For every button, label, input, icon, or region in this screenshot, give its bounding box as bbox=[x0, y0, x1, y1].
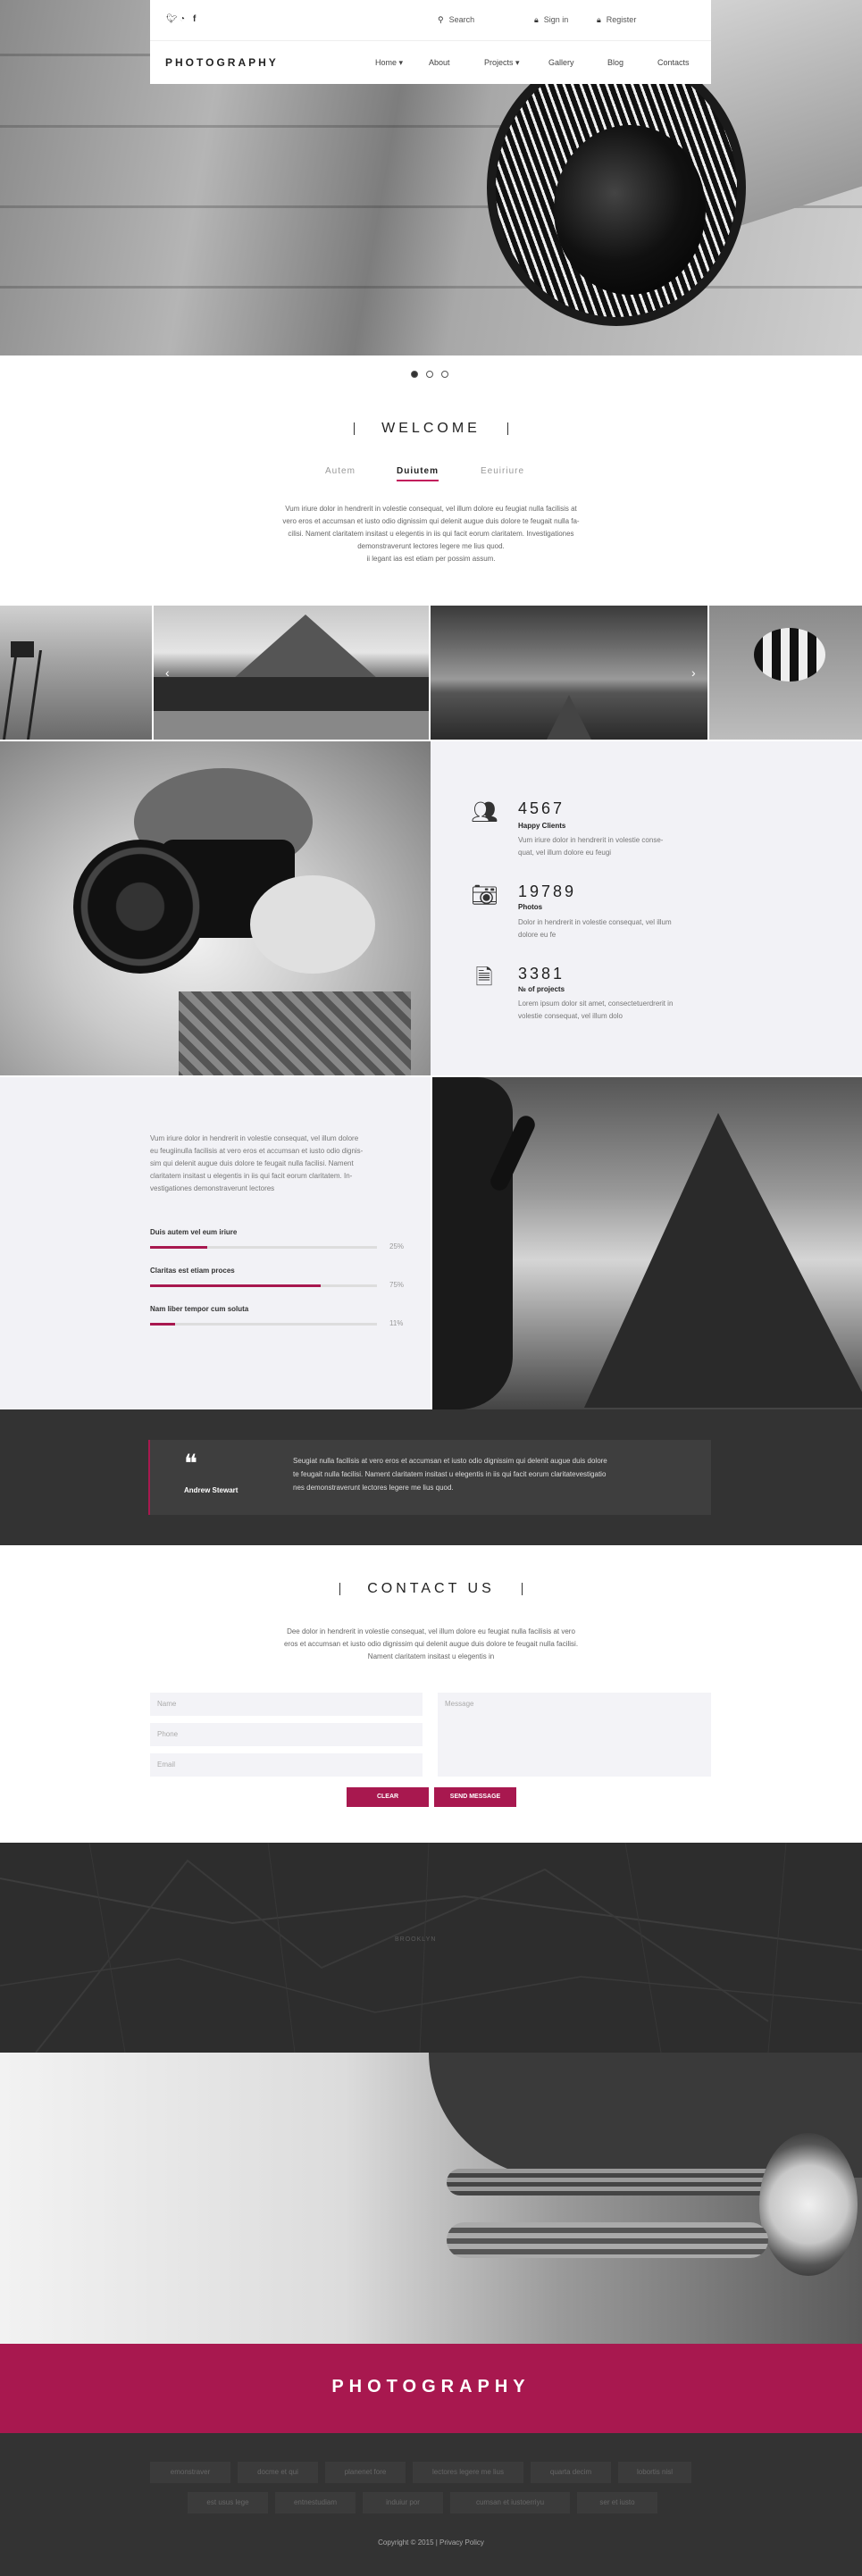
camera-icon: 📷︎ bbox=[471, 883, 498, 907]
photographer-image bbox=[0, 741, 431, 1075]
footer: emonstraver docme et qui planenet fore l… bbox=[0, 2433, 862, 2576]
message-field[interactable]: Message bbox=[438, 1693, 711, 1777]
skill-label: Duis autem vel eum iriure bbox=[150, 1228, 238, 1236]
skills-panel bbox=[0, 1077, 431, 1409]
contact-text: Dee dolor in hendrerit in volestie conse… bbox=[283, 1627, 579, 1660]
skill-progress-bar bbox=[150, 1284, 377, 1287]
stat-number: 4567 bbox=[518, 799, 565, 817]
stat-label: Photos bbox=[518, 903, 543, 911]
stat-label: Happy Clients bbox=[518, 822, 566, 830]
tab-eeuiriure[interactable]: Eeuiriure bbox=[481, 466, 524, 476]
site-logo[interactable]: PHOTOGRAPHY bbox=[165, 56, 279, 69]
search-icon: ⚲ bbox=[438, 15, 444, 24]
twitter-icon[interactable]: 🐦︎ bbox=[166, 15, 178, 24]
testimonial-author: Andrew Stewart bbox=[184, 1486, 239, 1494]
gallery-image-1[interactable] bbox=[0, 606, 152, 740]
skill-label: Nam liber tempor cum soluta bbox=[150, 1305, 249, 1313]
stat-label: № of projects bbox=[518, 985, 565, 993]
skill-progress-fill bbox=[150, 1246, 207, 1249]
tab-autem[interactable]: Autem bbox=[325, 466, 356, 476]
footer-tag[interactable]: entnestudiam bbox=[275, 2492, 356, 2513]
users-icon: 👥︎ bbox=[471, 800, 498, 824]
footer-tag[interactable]: quarta decim bbox=[531, 2462, 611, 2483]
map-label: BROOKLYN bbox=[395, 1936, 437, 1943]
stat-text: Lorem ipsum dolor sit amet, consectetuer… bbox=[518, 999, 674, 1020]
search-link[interactable]: ⚲ Search bbox=[438, 15, 474, 25]
slider-dot-3[interactable] bbox=[441, 371, 448, 378]
testimonial-section: ❝ Andrew Stewart Seugiat nulla facilisis… bbox=[0, 1409, 862, 1545]
rss-icon[interactable]: ◔ bbox=[180, 15, 188, 24]
copyright: Copyright © 2015 | Privacy Policy bbox=[378, 2538, 484, 2547]
skill-percent: 75% bbox=[389, 1281, 405, 1289]
register-label: Register bbox=[606, 15, 637, 24]
facebook-icon[interactable]: f bbox=[193, 15, 202, 24]
nav-projects[interactable]: Projects ▾ bbox=[484, 58, 520, 68]
footer-tag[interactable]: ser et iusto bbox=[577, 2492, 657, 2513]
nav-contacts[interactable]: Contacts bbox=[657, 58, 690, 67]
welcome-text: Vum iriure dolor in hendrerit in volesti… bbox=[282, 505, 580, 563]
gallery-next-arrow[interactable]: › bbox=[691, 665, 696, 680]
send-message-button[interactable]: SEND MESSAGE bbox=[434, 1787, 516, 1807]
email-field[interactable]: Email bbox=[150, 1753, 423, 1777]
nav-blog[interactable]: Blog bbox=[607, 58, 623, 67]
tab-duiutem[interactable]: Duiutem bbox=[397, 466, 439, 481]
skill-percent: 11% bbox=[389, 1319, 404, 1327]
climber-image bbox=[432, 1077, 862, 1409]
search-label: Search bbox=[448, 15, 475, 24]
skill-progress-bar bbox=[150, 1246, 377, 1249]
stat-text: Dolor in hendrerit in volestie consequat… bbox=[518, 918, 672, 939]
phone-field[interactable]: Phone bbox=[150, 1723, 423, 1746]
skills-text: Vum iriure dolor in hendrerit in volesti… bbox=[150, 1134, 364, 1192]
contact-title: CONTACT US bbox=[0, 1581, 862, 1597]
clear-button[interactable]: CLEAR bbox=[347, 1787, 429, 1807]
brand-band: PHOTOGRAPHY bbox=[0, 2344, 862, 2433]
nav-about[interactable]: About bbox=[429, 58, 450, 67]
skill-progress-fill bbox=[150, 1284, 321, 1287]
nav-home[interactable]: Home ▾ bbox=[375, 58, 403, 68]
stat-number: 19789 bbox=[518, 882, 577, 900]
testimonial-text: Seugiat nulla facilisis at vero eros et … bbox=[293, 1457, 607, 1492]
footer-tag[interactable]: induiur por bbox=[363, 2492, 443, 2513]
footer-tag[interactable]: lobortis nisl bbox=[618, 2462, 691, 2483]
lock-icon: 🔒︎ bbox=[534, 15, 539, 24]
document-icon: 🗎︎ bbox=[475, 966, 493, 990]
skill-label: Claritas est etiam proces bbox=[150, 1267, 235, 1275]
skill-progress-bar bbox=[150, 1323, 377, 1326]
footer-tag[interactable]: lectores legere me lius bbox=[413, 2462, 523, 2483]
nav-gallery[interactable]: Gallery bbox=[548, 58, 574, 67]
stat-number: 3381 bbox=[518, 965, 565, 983]
testimonial-box: ❝ Andrew Stewart Seugiat nulla facilisis… bbox=[148, 1440, 711, 1515]
welcome-title: WELCOME bbox=[0, 421, 862, 437]
map[interactable]: BROOKLYN bbox=[0, 1843, 862, 2053]
footer-tag[interactable]: cumsan et iustoerriyu bbox=[450, 2492, 570, 2513]
stat-text: Vum iriure dolor in hendrerit in volesti… bbox=[518, 836, 664, 857]
car-image bbox=[0, 2053, 862, 2344]
footer-tag[interactable]: est usus lege bbox=[188, 2492, 268, 2513]
quote-icon: ❝ bbox=[184, 1451, 198, 1478]
gallery-image-4[interactable] bbox=[709, 606, 862, 740]
footer-logo[interactable]: PHOTOGRAPHY bbox=[0, 2377, 862, 2397]
footer-tag[interactable]: emonstraver bbox=[150, 2462, 230, 2483]
skill-percent: 25% bbox=[389, 1242, 405, 1250]
lock-icon: 🔒︎ bbox=[597, 15, 601, 24]
slider-dot-2[interactable] bbox=[426, 371, 433, 378]
signin-link[interactable]: 🔒︎ Sign in bbox=[534, 15, 568, 25]
top-bar: 🐦︎ ◔ f ⚲ Search 🔒︎ Sign in 🔒︎ Register bbox=[150, 0, 711, 41]
skill-progress-fill bbox=[150, 1323, 175, 1326]
slider-dot-1[interactable] bbox=[411, 371, 418, 378]
name-field[interactable]: Name bbox=[150, 1693, 423, 1716]
register-link[interactable]: 🔒︎ Register bbox=[597, 15, 636, 25]
gallery-image-3[interactable] bbox=[431, 606, 707, 740]
footer-tag[interactable]: planenet fore bbox=[325, 2462, 406, 2483]
signin-label: Sign in bbox=[543, 15, 569, 24]
gallery-image-2[interactable] bbox=[154, 606, 429, 740]
footer-tag[interactable]: docme et qui bbox=[238, 2462, 318, 2483]
site-header: 🐦︎ ◔ f ⚲ Search 🔒︎ Sign in 🔒︎ Register PHOT… bbox=[150, 0, 711, 84]
gallery-prev-arrow[interactable]: ‹ bbox=[165, 665, 170, 680]
